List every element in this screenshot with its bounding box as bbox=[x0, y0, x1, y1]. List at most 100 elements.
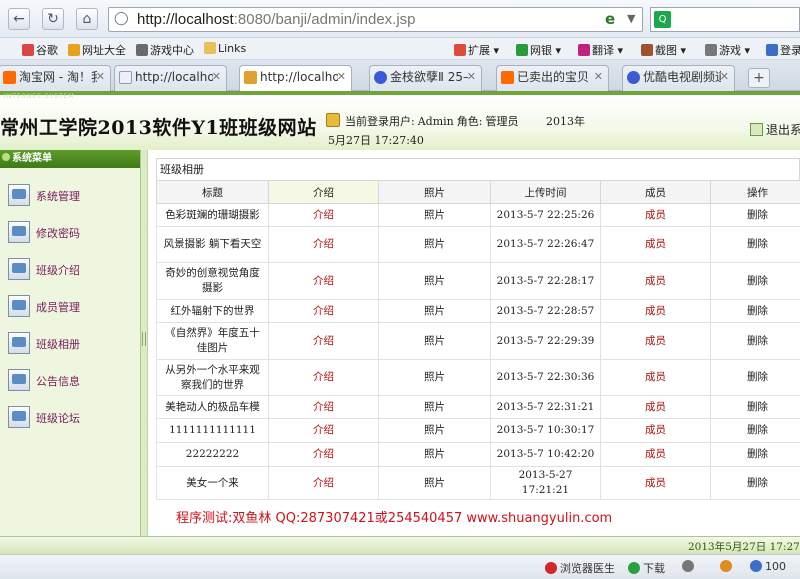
refresh-icon[interactable]: ↻ bbox=[42, 8, 64, 30]
delete-link[interactable]: 删除 bbox=[710, 203, 800, 227]
url-text[interactable]: http://localhost:8080/banji/admin/index.… bbox=[137, 11, 416, 28]
member-link[interactable]: 成员 bbox=[600, 299, 711, 323]
scissors-icon bbox=[641, 44, 653, 56]
table-row: 奇妙的创意视觉角度摄影 介绍 照片 2013-5-7 22:28:17 成员 删… bbox=[156, 262, 800, 300]
status-app-toggle[interactable] bbox=[720, 560, 735, 573]
member-link[interactable]: 成员 bbox=[600, 262, 711, 300]
photo-link[interactable]: 照片 bbox=[378, 226, 491, 263]
download-icon bbox=[628, 562, 640, 574]
chevron-down-icon[interactable]: ▼ bbox=[627, 12, 635, 25]
sidebar-item-system[interactable]: 系统管理 bbox=[0, 182, 140, 219]
cell-title: 从另外一个水平来观察我们的世界 bbox=[156, 359, 269, 396]
member-link[interactable]: 成员 bbox=[600, 418, 711, 443]
fav-hao[interactable]: 网址大全 bbox=[68, 42, 126, 58]
delete-link[interactable]: 删除 bbox=[710, 262, 800, 300]
sidebar-item-password[interactable]: 修改密码 bbox=[0, 219, 140, 256]
sidebar-item-notices[interactable]: 公告信息 bbox=[0, 367, 140, 404]
photo-link[interactable]: 照片 bbox=[378, 442, 491, 467]
tool-extensions[interactable]: 扩展 ▾ bbox=[454, 42, 499, 58]
close-icon[interactable]: ✕ bbox=[96, 66, 105, 88]
intro-link[interactable]: 介绍 bbox=[268, 466, 379, 500]
photo-link[interactable]: 照片 bbox=[378, 395, 491, 419]
home-icon[interactable]: ⌂ bbox=[76, 8, 98, 30]
new-tab-button[interactable]: + bbox=[748, 68, 770, 88]
tab-sold[interactable]: 已卖出的宝贝 ✕ bbox=[496, 65, 609, 91]
photo-link[interactable]: 照片 bbox=[378, 299, 491, 323]
brand-tagline: INTERNET SYSTEM bbox=[4, 93, 75, 100]
delete-link[interactable]: 删除 bbox=[710, 299, 800, 323]
delete-link[interactable]: 删除 bbox=[710, 322, 800, 360]
member-link[interactable]: 成员 bbox=[600, 466, 711, 500]
delete-link[interactable]: 删除 bbox=[710, 226, 800, 263]
close-icon[interactable]: ✕ bbox=[337, 66, 346, 88]
fav-links[interactable]: Links bbox=[204, 42, 246, 55]
member-link[interactable]: 成员 bbox=[600, 359, 711, 396]
tool-games[interactable]: 游戏 ▾ bbox=[705, 42, 750, 58]
fav-icon bbox=[4, 42, 16, 54]
intro-link[interactable]: 介绍 bbox=[268, 322, 379, 360]
sidebar-item-forum[interactable]: 班级论坛 bbox=[0, 404, 140, 441]
intro-link[interactable]: 介绍 bbox=[268, 442, 379, 467]
tab-youku[interactable]: 优酷电视剧频道 ✕ bbox=[622, 65, 735, 91]
tab-localhost-1[interactable]: http://localhost✕ bbox=[114, 65, 227, 91]
fav-games[interactable]: 游戏中心 bbox=[136, 42, 194, 58]
delete-link[interactable]: 删除 bbox=[710, 466, 800, 500]
tab-localhost-active[interactable]: http://localhost✕ bbox=[239, 65, 352, 92]
sound-toggle[interactable] bbox=[682, 560, 697, 573]
fav-google[interactable]: 谷歌 bbox=[22, 42, 58, 58]
photo-link[interactable]: 照片 bbox=[378, 203, 491, 227]
tool-screenshot[interactable]: 截图 ▾ bbox=[641, 42, 686, 58]
close-icon[interactable]: ✕ bbox=[467, 66, 476, 88]
intro-link[interactable]: 介绍 bbox=[268, 226, 379, 263]
delete-link[interactable]: 删除 bbox=[710, 395, 800, 419]
close-icon[interactable]: ✕ bbox=[212, 66, 221, 88]
search-input[interactable]: Q bbox=[650, 7, 800, 32]
computer-icon bbox=[8, 221, 30, 243]
member-link[interactable]: 成员 bbox=[600, 395, 711, 419]
member-link[interactable]: 成员 bbox=[600, 203, 711, 227]
download-button[interactable]: 下载 bbox=[628, 560, 665, 576]
tool-login[interactable]: 登录 bbox=[766, 42, 800, 58]
photo-link[interactable]: 照片 bbox=[378, 418, 491, 443]
login-time: 5月27日 17:27:40 bbox=[328, 134, 424, 147]
search-engine-icon[interactable]: Q bbox=[654, 11, 671, 28]
compat-mode-icon[interactable]: e bbox=[605, 10, 615, 28]
tool-bank[interactable]: 网银 ▾ bbox=[516, 42, 561, 58]
close-icon[interactable]: ✕ bbox=[594, 66, 603, 88]
zoom-control[interactable]: 100 bbox=[750, 560, 786, 573]
taobao-icon bbox=[3, 71, 16, 84]
member-link[interactable]: 成员 bbox=[600, 442, 711, 467]
tab-drama[interactable]: 金枝欲孽Ⅱ 25— ✕ bbox=[369, 65, 482, 91]
browser-doctor[interactable]: 浏览器医生 bbox=[545, 560, 615, 576]
sidebar-item-members[interactable]: 成员管理 bbox=[0, 293, 140, 330]
logout-button[interactable]: 退出系统 bbox=[750, 121, 800, 138]
photo-link[interactable]: 照片 bbox=[378, 466, 491, 500]
sidebar-item-album[interactable]: 班级相册 bbox=[0, 330, 140, 367]
back-icon[interactable]: ← bbox=[8, 8, 30, 30]
column-header-member: 成员 bbox=[600, 180, 711, 204]
tab-taobao[interactable]: 淘宝网 - 淘！我喜✕ bbox=[0, 65, 111, 91]
intro-link[interactable]: 介绍 bbox=[268, 262, 379, 300]
delete-link[interactable]: 删除 bbox=[710, 359, 800, 396]
photo-link[interactable]: 照片 bbox=[378, 359, 491, 396]
sidebar-item-class-intro[interactable]: 班级介绍 bbox=[0, 256, 140, 293]
address-bar[interactable]: ◯ http://localhost:8080/banji/admin/inde… bbox=[108, 7, 643, 32]
table-row: 红外辐射下的世界 介绍 照片 2013-5-7 22:28:57 成员 删除 bbox=[156, 299, 800, 323]
sidebar-splitter[interactable] bbox=[141, 150, 148, 536]
play-icon bbox=[374, 71, 387, 84]
menu-icon bbox=[2, 153, 10, 161]
intro-link[interactable]: 介绍 bbox=[268, 395, 379, 419]
member-link[interactable]: 成员 bbox=[600, 322, 711, 360]
photo-link[interactable]: 照片 bbox=[378, 262, 491, 300]
intro-link[interactable]: 介绍 bbox=[268, 203, 379, 227]
delete-link[interactable]: 删除 bbox=[710, 418, 800, 443]
fav-menu[interactable] bbox=[4, 42, 18, 55]
tool-translate[interactable]: 翻译 ▾ bbox=[578, 42, 623, 58]
delete-link[interactable]: 删除 bbox=[710, 442, 800, 467]
close-icon[interactable]: ✕ bbox=[720, 66, 729, 88]
photo-link[interactable]: 照片 bbox=[378, 322, 491, 360]
intro-link[interactable]: 介绍 bbox=[268, 359, 379, 396]
member-link[interactable]: 成员 bbox=[600, 226, 711, 263]
intro-link[interactable]: 介绍 bbox=[268, 418, 379, 443]
intro-link[interactable]: 介绍 bbox=[268, 299, 379, 323]
